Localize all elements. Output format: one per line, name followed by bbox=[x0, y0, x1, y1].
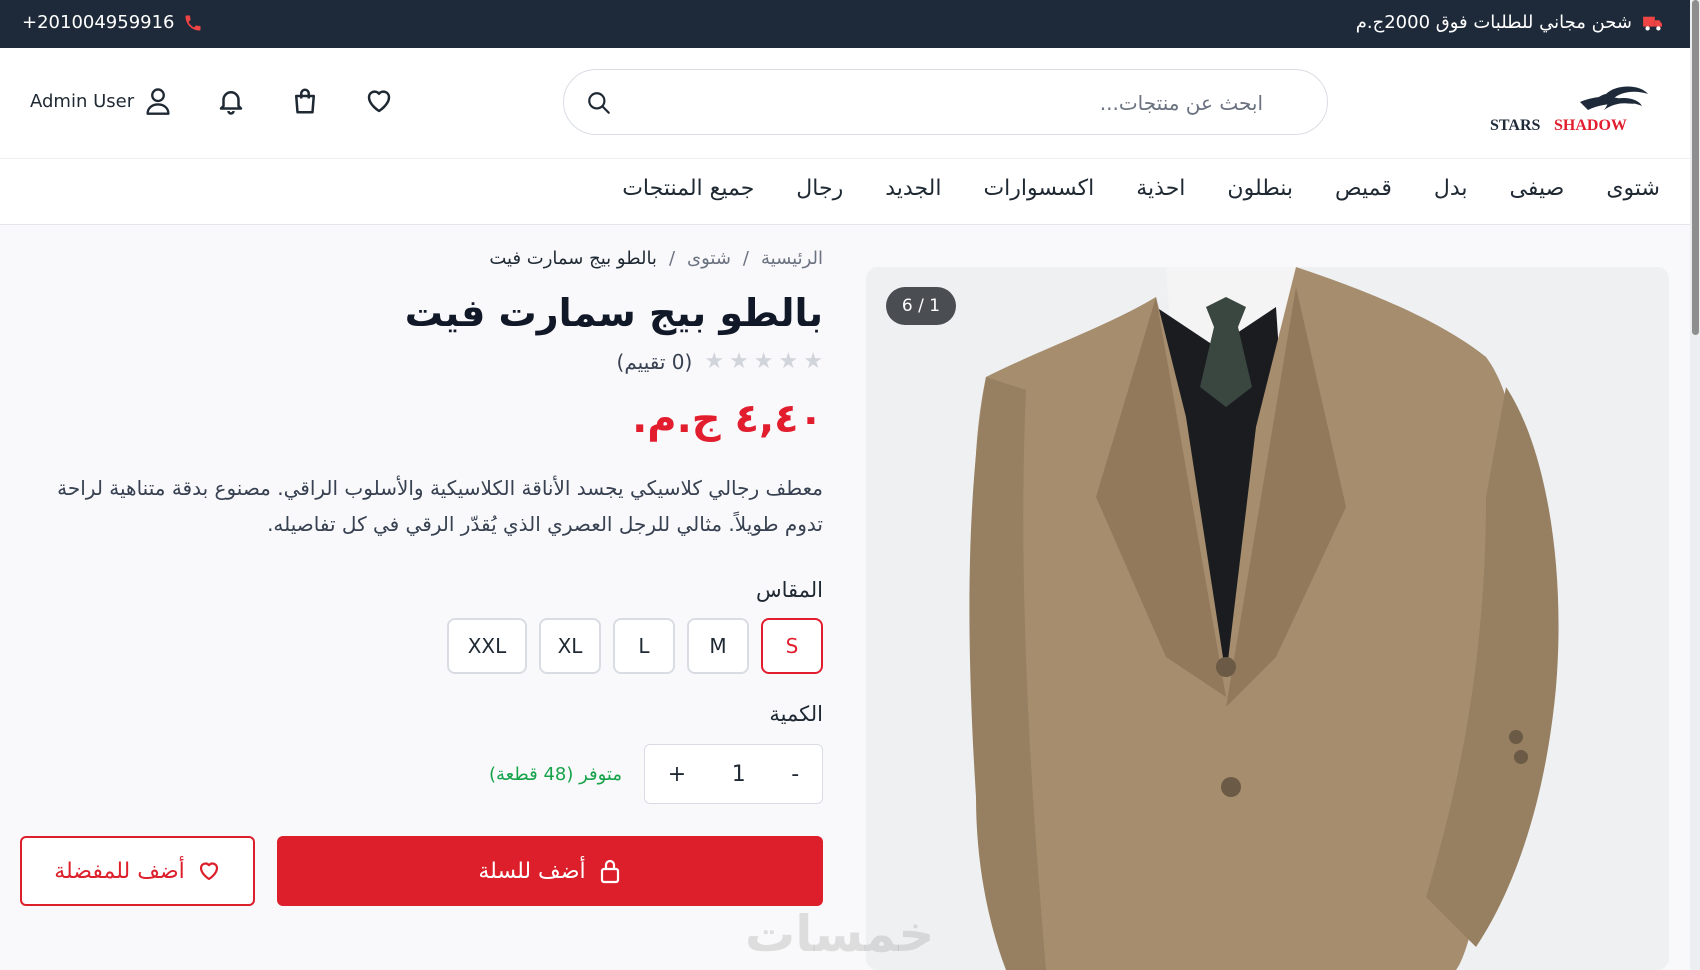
size-label: المقاس bbox=[755, 578, 823, 602]
free-shipping-notice: شحن مجاني للطلبات فوق 2000ج.م bbox=[1356, 12, 1664, 33]
rating-stars: ★ ★ ★ ★ ★ bbox=[704, 349, 823, 374]
add-to-cart-button[interactable]: أضف للسلة bbox=[277, 836, 823, 906]
user-menu[interactable]: Admin User bbox=[30, 86, 172, 116]
quantity-label: الكمية bbox=[769, 702, 823, 726]
quantity-increase-button[interactable]: + bbox=[668, 762, 686, 787]
star-icon: ★ bbox=[729, 349, 749, 374]
image-counter: 6 / 1 bbox=[886, 287, 956, 325]
add-to-wishlist-label: أضف للمفضلة bbox=[54, 858, 185, 884]
size-options: S M L XL XXL bbox=[20, 618, 823, 674]
logo-text-shadow: SHADOW bbox=[1554, 117, 1627, 134]
heart-icon[interactable] bbox=[364, 86, 394, 116]
stock-status: متوفر (48 قطعة) bbox=[488, 763, 622, 785]
star-icon: ★ bbox=[704, 349, 725, 374]
quantity-row: - 1 + متوفر (48 قطعة) bbox=[20, 744, 823, 804]
product-price: ٤,٤٠ ج.م. bbox=[632, 396, 823, 442]
breadcrumb-separator: / bbox=[742, 248, 749, 269]
size-option-l[interactable]: L bbox=[613, 618, 675, 674]
search-icon[interactable] bbox=[586, 90, 612, 116]
search-bar bbox=[563, 69, 1328, 135]
site-header: STARS SHADOW Admin User bbox=[0, 48, 1690, 159]
size-option-m[interactable]: M bbox=[687, 618, 749, 674]
nav-item-shoes[interactable]: احذية bbox=[1136, 176, 1185, 201]
top-bar: +201004959916 شحن مجاني للطلبات فوق 2000… bbox=[0, 0, 1690, 48]
product-description: معطف رجالي كلاسيكي يجسد الأناقة الكلاسيك… bbox=[57, 476, 823, 536]
quantity-value[interactable]: 1 bbox=[732, 762, 746, 787]
nav-item-summer[interactable]: صيفى bbox=[1510, 176, 1565, 201]
shipping-text: شحن مجاني للطلبات فوق 2000ج.م bbox=[1355, 12, 1632, 33]
nav-item-new[interactable]: الجديد bbox=[885, 176, 941, 201]
bell-icon[interactable] bbox=[216, 86, 246, 116]
header-actions: Admin User bbox=[30, 76, 438, 126]
quantity-stepper: - 1 + bbox=[644, 744, 823, 804]
product-info: الرئيسية / شتوى / بالطو بيج سمارت فيت با… bbox=[20, 248, 823, 906]
star-icon: ★ bbox=[778, 349, 799, 374]
phone-contact[interactable]: +201004959916 bbox=[22, 12, 203, 33]
product-rating: ★ ★ ★ ★ ★ (0 تقييم) bbox=[20, 349, 823, 374]
add-to-wishlist-button[interactable]: أضف للمفضلة bbox=[20, 836, 255, 906]
page-scrollbar[interactable] bbox=[1690, 0, 1700, 970]
breadcrumb-current: بالطو بيج سمارت فيت bbox=[489, 248, 657, 269]
add-to-cart-label: أضف للسلة bbox=[478, 858, 586, 884]
site-logo[interactable]: STARS SHADOW bbox=[1488, 76, 1670, 136]
nav-item-all-products[interactable]: جميع المنتجات bbox=[622, 176, 754, 201]
logo-text-stars: STARS bbox=[1490, 117, 1540, 134]
quantity-decrease-button[interactable]: - bbox=[791, 762, 799, 787]
nav-item-winter[interactable]: شتوى bbox=[1606, 176, 1660, 201]
star-icon: ★ bbox=[803, 349, 823, 374]
phone-icon bbox=[185, 15, 201, 30]
breadcrumb-home[interactable]: الرئيسية bbox=[761, 248, 823, 269]
search-input[interactable] bbox=[663, 84, 1263, 122]
product-image[interactable] bbox=[866, 267, 1669, 970]
size-option-s[interactable]: S bbox=[761, 618, 823, 674]
breadcrumb: الرئيسية / شتوى / بالطو بيج سمارت فيت bbox=[20, 248, 823, 269]
nav-item-suits[interactable]: بدل bbox=[1434, 176, 1468, 201]
nav-item-shirts[interactable]: قميص bbox=[1335, 176, 1392, 201]
star-icon: ★ bbox=[753, 349, 774, 374]
nav-item-accessories[interactable]: اكسسوارات bbox=[983, 176, 1094, 201]
heart-icon bbox=[199, 862, 218, 881]
truck-icon bbox=[1643, 16, 1662, 31]
user-name: Admin User bbox=[30, 90, 135, 112]
logo-mark-icon: STARS SHADOW bbox=[1490, 86, 1648, 134]
breadcrumb-category[interactable]: شتوى bbox=[687, 248, 731, 269]
phone-number: +201004959916 bbox=[22, 12, 175, 33]
shopping-bag-icon[interactable] bbox=[290, 86, 320, 116]
product-title: بالطو بيج سمارت فيت bbox=[404, 291, 823, 335]
nav-item-pants[interactable]: بنطلون bbox=[1227, 176, 1293, 201]
size-option-xl[interactable]: XL bbox=[539, 618, 601, 674]
nav-item-men[interactable]: رجال bbox=[796, 176, 843, 201]
watermark: خمسات bbox=[745, 905, 935, 963]
size-option-xxl[interactable]: XXL bbox=[447, 618, 527, 674]
rating-count: (0 تقييم) bbox=[616, 349, 693, 374]
product-gallery[interactable]: 6 / 1 bbox=[866, 267, 1669, 970]
product-actions: أضف للسلة أضف للمفضلة bbox=[20, 836, 823, 906]
lock-icon bbox=[600, 859, 619, 884]
main-nav: شتوى صيفى بدل قميص بنطلون احذية اكسسوارا… bbox=[0, 159, 1690, 225]
user-icon bbox=[146, 88, 170, 115]
scrollbar-thumb[interactable] bbox=[1692, 0, 1699, 335]
breadcrumb-separator: / bbox=[668, 248, 676, 269]
